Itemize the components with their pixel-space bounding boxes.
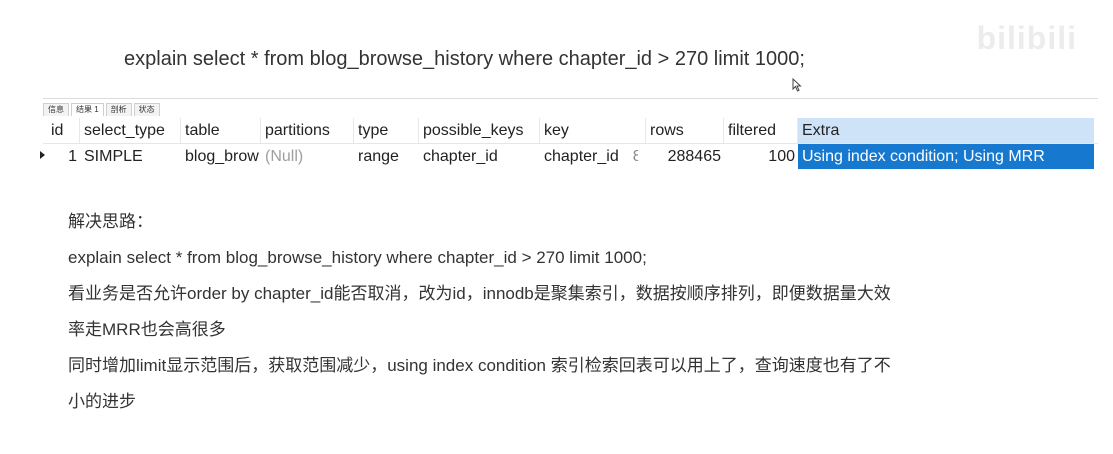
mouse-pointer-icon: [792, 78, 802, 92]
notes-line-progress: 小的进步: [68, 392, 136, 411]
column-header-partitions[interactable]: partitions: [261, 118, 354, 143]
solution-notes: 解决思路： explain select * from blog_browse_…: [68, 204, 891, 420]
column-header-select-type[interactable]: select_type: [80, 118, 181, 143]
column-header-filtered[interactable]: filtered: [724, 118, 798, 143]
column-header-rows[interactable]: rows: [646, 118, 724, 143]
cell-possible-keys[interactable]: chapter_id: [419, 144, 540, 169]
cell-filtered[interactable]: 100: [724, 144, 798, 169]
cell-select-type[interactable]: SIMPLE: [80, 144, 181, 169]
cell-key[interactable]: chapter_id 8: [540, 144, 646, 169]
cell-type[interactable]: range: [354, 144, 419, 169]
column-header-id[interactable]: id: [47, 118, 80, 143]
cell-table[interactable]: blog_brow: [181, 144, 261, 169]
notes-line-limit: 同时增加limit显示范围后，获取范围减少，using index condit…: [68, 356, 891, 375]
toolbar-divider: [43, 98, 1098, 99]
cell-key-value: chapter_id: [544, 148, 619, 165]
notes-title: 解决思路：: [68, 212, 153, 231]
notes-line-sql: explain select * from blog_browse_histor…: [68, 248, 647, 267]
notes-line-order-by: 看业务是否允许order by chapter_id能否取消，改为id，inno…: [68, 284, 891, 303]
column-header-possible-keys[interactable]: possible_keys: [419, 118, 540, 143]
table-row[interactable]: 1 SIMPLE blog_brow (Null) range chapter_…: [43, 144, 1098, 169]
tab-profile[interactable]: 剖析: [105, 103, 132, 116]
tab-status[interactable]: 状态: [133, 103, 160, 116]
bilibili-watermark-logo: bilibili: [976, 20, 1077, 56]
tab-info[interactable]: 信息: [43, 103, 69, 116]
cell-rows[interactable]: 288465: [646, 144, 724, 169]
cell-key-len-fragment: 8: [632, 148, 638, 165]
result-tabs: 信息 结果 1 剖析 状态: [43, 103, 160, 116]
cell-extra-selected[interactable]: Using index condition; Using MRR: [798, 144, 1094, 169]
cell-partitions[interactable]: (Null): [261, 144, 354, 169]
column-header-extra[interactable]: Extra: [798, 118, 1094, 143]
explain-result-grid: id select_type table partitions type pos…: [40, 118, 1098, 169]
tab-result-1[interactable]: 结果 1: [71, 103, 104, 116]
column-header-table[interactable]: table: [181, 118, 261, 143]
grid-header-row: id select_type table partitions type pos…: [43, 118, 1098, 144]
column-header-key[interactable]: key: [540, 118, 646, 143]
current-row-indicator-icon: [40, 151, 45, 159]
column-header-type[interactable]: type: [354, 118, 419, 143]
cell-id[interactable]: 1: [47, 144, 80, 169]
sql-statement-title: explain select * from blog_browse_histor…: [124, 48, 805, 70]
notes-line-mrr: 率走MRR也会高很多: [68, 320, 226, 339]
